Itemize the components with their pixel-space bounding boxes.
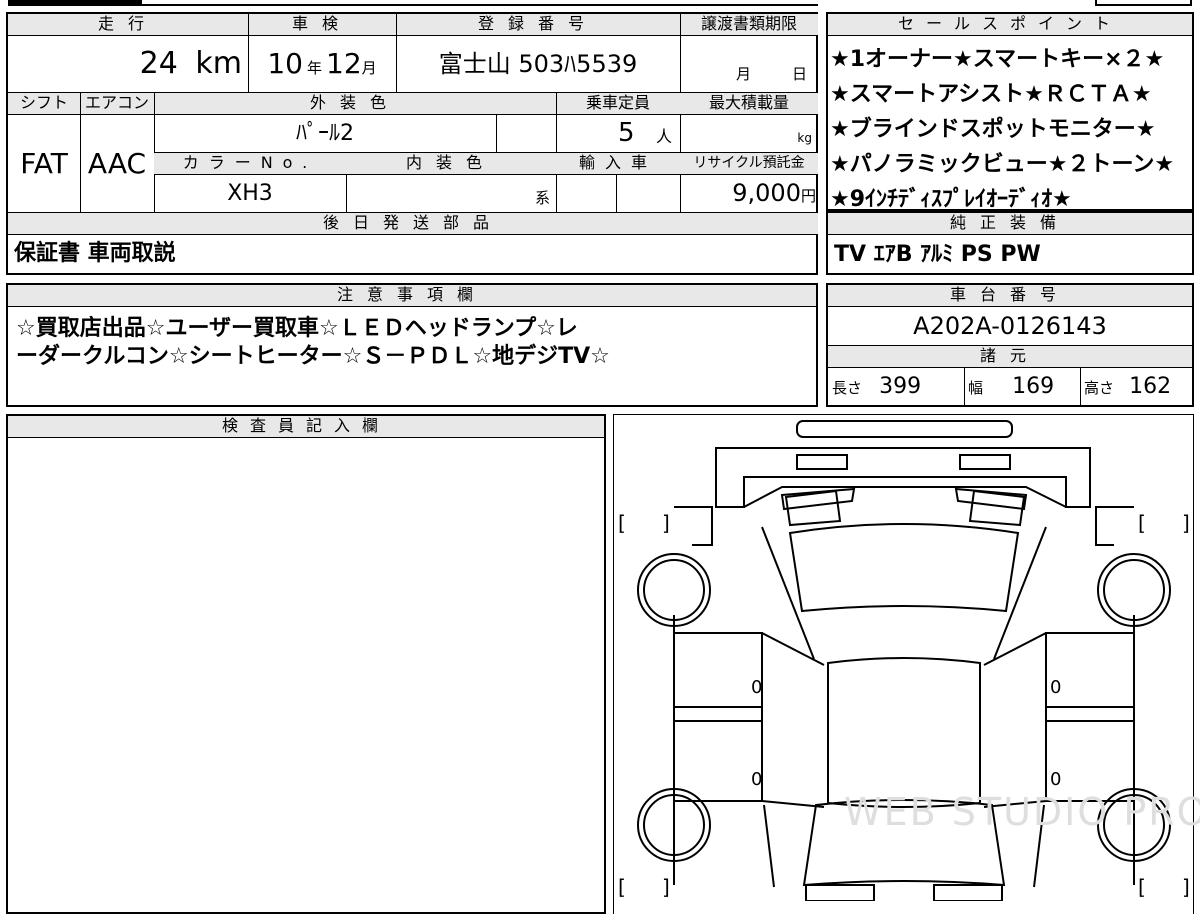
later-parts-value: 保証書 車両取説 [14, 241, 176, 266]
genuine-equipment-box: 純正装備 TV ｴｱB ｱﾙﾐ PS PW [826, 211, 1194, 275]
sales-point-line: ★1オーナー★スマートキー×２★ [830, 47, 1165, 72]
load-unit: kg [797, 131, 812, 145]
shift-value: FAT [20, 147, 68, 180]
recycle-value: 9,000 [732, 179, 801, 207]
top-black-tab [8, 0, 142, 6]
length-label: 長さ [832, 379, 863, 397]
deadline-value-row: 月 日 [680, 38, 818, 90]
sales-point-line: ★ブラインドスポットモニター★ [830, 117, 1156, 142]
inspection-header: 車検 [248, 14, 396, 36]
exterior-color-header: 外装色 [154, 93, 556, 115]
max-load-header: 最大積載量 [680, 93, 818, 115]
bracket-close-br: ] [1182, 875, 1190, 899]
damage-right-rear: 0 [1050, 769, 1062, 790]
exterior-color-value: ﾊﾟｰﾙ2 [296, 121, 354, 146]
spec-height: 高さ 162 [1084, 369, 1190, 405]
inspector-header: 検査員記入欄 [8, 416, 604, 438]
color-no-value: XH3 [227, 181, 273, 206]
interior-color-header: 内装色 [346, 153, 556, 175]
notes-box: 注意事項欄 ☆買取店出品☆ユーザー買取車☆ＬＥＤヘッドランプ☆レ ーダークルコン… [6, 283, 818, 407]
damage-left-front: 0 [751, 677, 763, 698]
inspector-box: 検査員記入欄 [6, 414, 606, 914]
watermark: WEB STUDIO PRO [844, 790, 1200, 834]
aircon-header: エアコン [80, 93, 154, 115]
length-value: 399 [879, 374, 922, 399]
bracket-open-bl: [ [618, 875, 626, 899]
bracket-open-tl: [ [618, 511, 626, 535]
capacity-value-row: 5 人 [556, 115, 680, 152]
sales-points-box: セールスポイント ★1オーナー★スマートキー×２★ ★スマートアシスト★ＲＣＴＡ… [826, 12, 1194, 212]
mileage-unit: km [195, 46, 242, 81]
sales-points-header: セールスポイント [828, 14, 1192, 36]
recycle-header: リサイクル預託金 [680, 153, 818, 175]
transfer-deadline-header: 譲渡書類期限 [680, 14, 818, 36]
inspection-month: 12 [326, 47, 362, 80]
top-sliver-line [142, 4, 818, 6]
vehicle-info-table: 走行 車検 登録番号 譲渡書類期限 24 km 10 年 12月 富士山 503ﾊ5… [6, 12, 818, 275]
height-value: 162 [1129, 374, 1172, 399]
sales-point-line: ★スマートアシスト★ＲＣＴＡ★ [830, 82, 1152, 107]
capacity-header: 乗車定員 [556, 93, 680, 115]
inspection-year: 10 [267, 47, 303, 80]
bracket-close-bl: ] [662, 875, 670, 899]
mileage-value-row: 24 km [8, 38, 248, 90]
genuine-equipment-value: TV ｴｱB ｱﾙﾐ PS PW [834, 242, 1041, 267]
inspection-year-unit: 年 [306, 59, 322, 77]
inspection-month-unit: 月 [361, 59, 377, 77]
spec-length: 長さ 399 [832, 369, 962, 405]
width-label: 幅 [968, 379, 984, 397]
interior-suffix: 系 [534, 189, 550, 207]
chassis-no-header: 車台番号 [828, 285, 1192, 307]
registration-header: 登録番号 [396, 14, 680, 36]
registration-value: 富士山 503ﾊ5539 [438, 50, 638, 78]
sales-points-list: ★1オーナー★スマートキー×２★ ★スマートアシスト★ＲＣＴＡ★ ★ブラインドス… [830, 42, 1192, 217]
chassis-no-value: A202A-0126143 [913, 312, 1107, 340]
import-header: 輸入車 [556, 153, 680, 175]
sales-point-line: ★パノラミックビュー★２トーン★ [830, 152, 1175, 177]
capacity-value: 5 [618, 118, 635, 148]
notes-text: ☆買取店出品☆ユーザー買取車☆ＬＥＤヘッドランプ☆レ ーダークルコン☆シートヒー… [16, 315, 812, 371]
aircon-value: AAC [87, 147, 147, 180]
genuine-equipment-header: 純正装備 [828, 213, 1192, 235]
bracket-close-tr: ] [1182, 511, 1190, 535]
mileage-header: 走行 [8, 14, 248, 36]
height-label: 高さ [1084, 379, 1115, 397]
width-value: 169 [1012, 374, 1055, 399]
recycle-value-row: 9,000円 [680, 175, 818, 212]
bracket-open-br: [ [1138, 875, 1146, 899]
damage-left-rear: 0 [751, 769, 763, 790]
car-damage-diagram: [ ] [ ] [ ] [ ] 0 0 0 0 WEB STUDIO PRO [613, 414, 1200, 914]
notes-line: ☆買取店出品☆ユーザー買取車☆ＬＥＤヘッドランプ☆レ [16, 316, 578, 341]
spec-width: 幅 169 [968, 369, 1078, 405]
shift-header: シフト [8, 93, 80, 115]
bracket-open-tr: [ [1138, 511, 1146, 535]
chassis-specs-box: 車台番号 A202A-0126143 諸元 長さ 399 幅 169 高さ 16… [826, 283, 1194, 407]
later-parts-header: 後日発送部品 [8, 213, 818, 235]
max-load-value-row: kg [680, 115, 818, 152]
recycle-unit: 円 [800, 187, 816, 205]
notes-line: ーダークルコン☆シートヒーター☆Ｓ－ＰＤＬ☆地デジTV☆ [16, 344, 610, 369]
bracket-close-tl: ] [662, 511, 670, 535]
top-sliver-right [1095, 0, 1192, 6]
damage-right-front: 0 [1050, 677, 1062, 698]
inspection-value-row: 10 年 12月 [248, 38, 396, 90]
color-no-header: カラーNo. [154, 153, 346, 175]
specs-header: 諸元 [828, 346, 1192, 368]
mileage-value: 24 [139, 46, 178, 81]
notes-header: 注意事項欄 [8, 285, 816, 307]
